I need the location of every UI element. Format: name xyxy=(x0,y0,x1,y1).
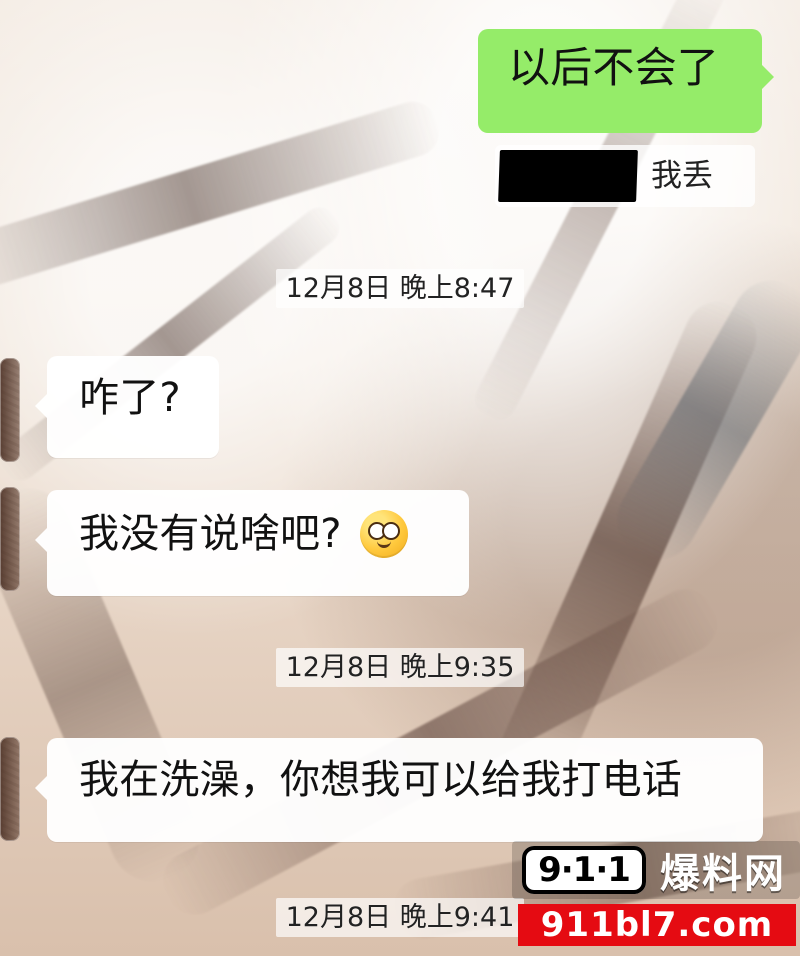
incoming-message-2-text: 我没有说啥吧? xyxy=(79,511,342,557)
incoming-message-2[interactable]: 我没有说啥吧? xyxy=(35,490,469,596)
watermark-logo: 9·1·1 爆料网 xyxy=(512,841,800,899)
avatar[interactable] xyxy=(0,358,20,462)
timestamp-3-text: 12月8日 晚上9:41 xyxy=(275,898,525,937)
incoming-message-3[interactable]: 我在洗澡，你想我可以给我打电话 xyxy=(35,738,763,842)
timestamp-1-text: 12月8日 晚上8:47 xyxy=(275,269,525,308)
timestamp-1: 12月8日 晚上8:47 xyxy=(0,269,800,308)
redacted-name xyxy=(498,150,638,202)
quoted-message[interactable]: 我丢 xyxy=(495,145,755,207)
watermark-url: 911bl7.com xyxy=(518,904,796,946)
incoming-message-1[interactable]: 咋了? xyxy=(35,356,219,458)
watermark-badge: 9·1·1 xyxy=(522,846,646,894)
timestamp-2: 12月8日 晚上9:35 xyxy=(0,648,800,687)
avatar[interactable] xyxy=(0,737,20,841)
flushed-face-icon xyxy=(359,510,408,558)
watermark-brand-text: 爆料网 xyxy=(660,851,786,897)
timestamp-2-text: 12月8日 晚上9:35 xyxy=(275,648,525,687)
avatar[interactable] xyxy=(0,487,20,591)
quoted-message-text: 我丢 xyxy=(651,157,713,194)
emoji-mouth xyxy=(376,537,391,548)
outgoing-message-1[interactable]: 以后不会了 xyxy=(478,29,774,133)
